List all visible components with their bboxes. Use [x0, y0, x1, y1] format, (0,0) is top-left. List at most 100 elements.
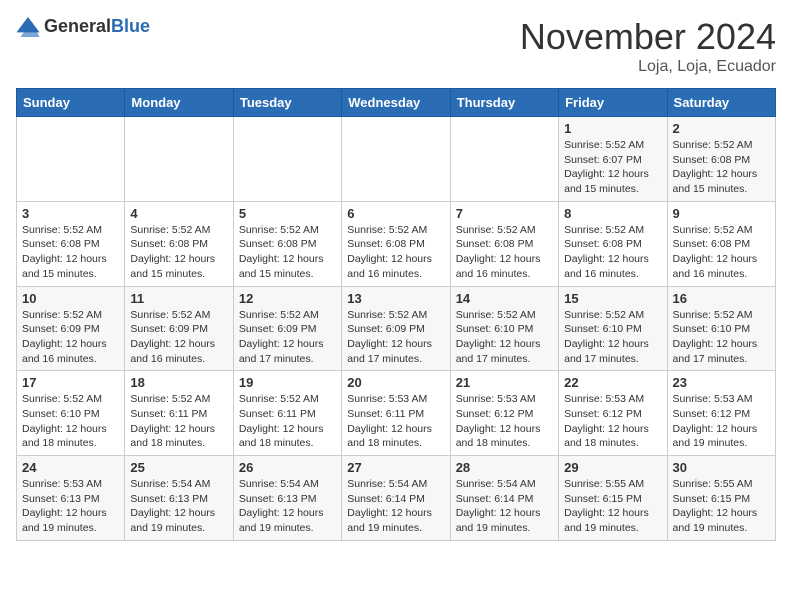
daylight-text: Daylight: 12 hours and 16 minutes.: [347, 252, 444, 281]
sunrise-text: Sunrise: 5:53 AM: [347, 392, 444, 407]
daylight-text: Daylight: 12 hours and 18 minutes.: [239, 422, 336, 451]
sunrise-text: Sunrise: 5:54 AM: [347, 477, 444, 492]
day-info: Sunrise: 5:54 AMSunset: 6:14 PMDaylight:…: [347, 477, 444, 536]
sunrise-text: Sunrise: 5:52 AM: [22, 392, 119, 407]
calendar-day-cell: 10Sunrise: 5:52 AMSunset: 6:09 PMDayligh…: [17, 286, 125, 371]
calendar-day-cell: 17 Sunrise: 5:52 AMSunset: 6:10 PMDayligh…: [17, 371, 125, 456]
day-info: Sunrise: 5:53 AMSunset: 6:13 PMDaylight:…: [22, 477, 119, 536]
logo: GeneralBlue: [16, 16, 150, 37]
calendar-day-cell: 30 Sunrise: 5:55 AMSunset: 6:15 PMDayligh…: [667, 456, 775, 541]
sunset-text: Sunset: 6:10 PM: [22, 407, 119, 422]
calendar-day-cell: 8Sunrise: 5:52 AMSunset: 6:08 PMDaylight…: [559, 201, 667, 286]
sunrise-text: Sunrise: 5:52 AM: [239, 223, 336, 238]
day-info: Sunrise: 5:52 AMSunset: 6:09 PMDaylight:…: [22, 308, 119, 367]
day-number: 17: [22, 375, 119, 390]
daylight-text: Daylight: 12 hours and 18 minutes.: [22, 422, 119, 451]
calendar-day-cell: 27Sunrise: 5:54 AMSunset: 6:14 PMDayligh…: [342, 456, 450, 541]
weekday-header-row: SundayMondayTuesdayWednesdayThursdayFrid…: [17, 89, 776, 117]
day-number: 16: [673, 291, 770, 306]
sunset-text: Sunset: 6:11 PM: [130, 407, 227, 422]
day-info: Sunrise: 5:52 AMSunset: 6:08 PMDaylight:…: [456, 223, 553, 282]
daylight-text: Daylight: 12 hours and 15 minutes.: [564, 167, 661, 196]
calendar-day-cell: 1Sunrise: 5:52 AMSunset: 6:07 PMDaylight…: [559, 117, 667, 202]
sunset-text: Sunset: 6:13 PM: [22, 492, 119, 507]
sunset-text: Sunset: 6:13 PM: [130, 492, 227, 507]
sunrise-text: Sunrise: 5:52 AM: [347, 223, 444, 238]
sunrise-text: Sunrise: 5:52 AM: [564, 138, 661, 153]
day-info: Sunrise: 5:52 AMSunset: 6:08 PMDaylight:…: [239, 223, 336, 282]
sunset-text: Sunset: 6:12 PM: [673, 407, 770, 422]
day-number: 30: [673, 460, 770, 475]
logo-blue: Blue: [111, 16, 150, 36]
day-info: Sunrise: 5:55 AMSunset: 6:15 PMDaylight:…: [673, 477, 770, 536]
sunrise-text: Sunrise: 5:52 AM: [239, 308, 336, 323]
daylight-text: Daylight: 12 hours and 16 minutes.: [564, 252, 661, 281]
sunrise-text: Sunrise: 5:52 AM: [130, 308, 227, 323]
sunset-text: Sunset: 6:15 PM: [564, 492, 661, 507]
daylight-text: Daylight: 12 hours and 19 minutes.: [347, 506, 444, 535]
sunrise-text: Sunrise: 5:54 AM: [456, 477, 553, 492]
calendar-day-cell: 15 Sunrise: 5:52 AMSunset: 6:10 PMDayligh…: [559, 286, 667, 371]
day-info: Sunrise: 5:53 AMSunset: 6:12 PMDaylight:…: [673, 392, 770, 451]
daylight-text: Daylight: 12 hours and 17 minutes.: [456, 337, 553, 366]
sunset-text: Sunset: 6:14 PM: [347, 492, 444, 507]
calendar-day-cell: 9Sunrise: 5:52 AMSunset: 6:08 PMDaylight…: [667, 201, 775, 286]
day-info: Sunrise: 5:52 AMSunset: 6:10 PMDaylight:…: [456, 308, 553, 367]
day-info: Sunrise: 5:54 AMSunset: 6:13 PMDaylight:…: [239, 477, 336, 536]
day-info: Sunrise: 5:53 AMSunset: 6:11 PMDaylight:…: [347, 392, 444, 451]
sunset-text: Sunset: 6:08 PM: [673, 237, 770, 252]
sunset-text: Sunset: 6:12 PM: [564, 407, 661, 422]
sunset-text: Sunset: 6:08 PM: [347, 237, 444, 252]
day-number: 3: [22, 206, 119, 221]
sunrise-text: Sunrise: 5:52 AM: [564, 223, 661, 238]
day-info: Sunrise: 5:52 AMSunset: 6:11 PMDaylight:…: [239, 392, 336, 451]
sunset-text: Sunset: 6:08 PM: [130, 237, 227, 252]
day-info: Sunrise: 5:52 AMSunset: 6:07 PMDaylight:…: [564, 138, 661, 197]
sunrise-text: Sunrise: 5:55 AM: [564, 477, 661, 492]
daylight-text: Daylight: 12 hours and 16 minutes.: [22, 337, 119, 366]
day-info: Sunrise: 5:52 AMSunset: 6:08 PMDaylight:…: [130, 223, 227, 282]
day-number: 18: [130, 375, 227, 390]
sunrise-text: Sunrise: 5:52 AM: [22, 223, 119, 238]
day-info: Sunrise: 5:52 AMSunset: 6:08 PMDaylight:…: [673, 223, 770, 282]
day-info: Sunrise: 5:52 AMSunset: 6:08 PMDaylight:…: [347, 223, 444, 282]
weekday-header-thursday: Thursday: [450, 89, 558, 117]
day-info: Sunrise: 5:52 AMSunset: 6:10 PMDaylight:…: [22, 392, 119, 451]
calendar-day-cell: 11Sunrise: 5:52 AMSunset: 6:09 PMDayligh…: [125, 286, 233, 371]
calendar-day-cell: 23Sunrise: 5:53 AMSunset: 6:12 PMDayligh…: [667, 371, 775, 456]
sunrise-text: Sunrise: 5:52 AM: [456, 223, 553, 238]
weekday-header-tuesday: Tuesday: [233, 89, 341, 117]
sunset-text: Sunset: 6:10 PM: [564, 322, 661, 337]
day-number: 25: [130, 460, 227, 475]
day-info: Sunrise: 5:52 AMSunset: 6:09 PMDaylight:…: [239, 308, 336, 367]
calendar-day-cell: [233, 117, 341, 202]
sunset-text: Sunset: 6:09 PM: [22, 322, 119, 337]
sunrise-text: Sunrise: 5:52 AM: [347, 308, 444, 323]
sunrise-text: Sunrise: 5:52 AM: [22, 308, 119, 323]
calendar-day-cell: [450, 117, 558, 202]
calendar-week-5: 24Sunrise: 5:53 AMSunset: 6:13 PMDayligh…: [17, 456, 776, 541]
day-number: 15: [564, 291, 661, 306]
sunset-text: Sunset: 6:08 PM: [564, 237, 661, 252]
calendar-table: SundayMondayTuesdayWednesdayThursdayFrid…: [16, 88, 776, 541]
day-number: 21: [456, 375, 553, 390]
sunrise-text: Sunrise: 5:54 AM: [239, 477, 336, 492]
calendar-day-cell: 16Sunrise: 5:52 AMSunset: 6:10 PMDayligh…: [667, 286, 775, 371]
day-info: Sunrise: 5:52 AMSunset: 6:10 PMDaylight:…: [564, 308, 661, 367]
weekday-header-friday: Friday: [559, 89, 667, 117]
sunset-text: Sunset: 6:10 PM: [456, 322, 553, 337]
sunset-text: Sunset: 6:11 PM: [239, 407, 336, 422]
calendar-day-cell: 4Sunrise: 5:52 AMSunset: 6:08 PMDaylight…: [125, 201, 233, 286]
day-info: Sunrise: 5:54 AMSunset: 6:14 PMDaylight:…: [456, 477, 553, 536]
daylight-text: Daylight: 12 hours and 16 minutes.: [456, 252, 553, 281]
calendar-week-4: 17Sunrise: 5:52 AMSunset: 6:10 PMDayligh…: [17, 371, 776, 456]
sunset-text: Sunset: 6:08 PM: [456, 237, 553, 252]
daylight-text: Daylight: 12 hours and 19 minutes.: [456, 506, 553, 535]
day-number: 14: [456, 291, 553, 306]
location: Loja, Loja, Ecuador: [520, 58, 776, 76]
day-info: Sunrise: 5:52 AMSunset: 6:09 PMDaylight:…: [347, 308, 444, 367]
sunset-text: Sunset: 6:13 PM: [239, 492, 336, 507]
sunset-text: Sunset: 6:07 PM: [564, 153, 661, 168]
calendar-day-cell: 3Sunrise: 5:52 AMSunset: 6:08 PMDaylight…: [17, 201, 125, 286]
month-title: November 2024: [520, 16, 776, 58]
